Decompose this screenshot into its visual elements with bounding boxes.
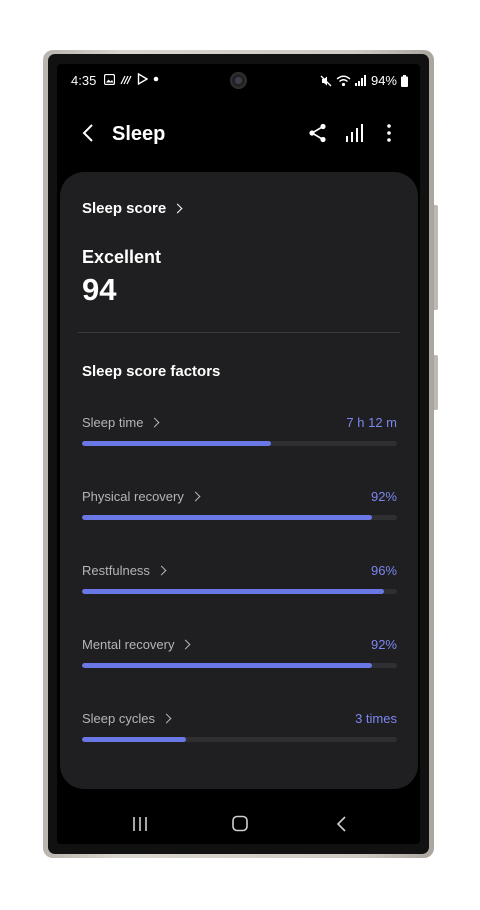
progress-fill xyxy=(82,589,385,594)
chevron-right-icon xyxy=(172,203,183,214)
factors-title: Sleep score factors xyxy=(82,363,221,380)
factor-value: 92% xyxy=(370,637,397,652)
chevron-right-icon xyxy=(190,491,201,502)
front-camera xyxy=(230,72,247,89)
factor-label: Restfulness xyxy=(82,563,150,578)
progress-track xyxy=(82,589,397,594)
phone-screen: 4:35 94% Sleep Sleep score Excellent 94 … xyxy=(57,64,420,844)
status-bar: 4:35 94% xyxy=(57,64,420,98)
system-nav-bar xyxy=(57,806,420,844)
signal-icon xyxy=(354,75,366,86)
back-arrow-icon[interactable] xyxy=(79,122,99,144)
power-button xyxy=(434,355,438,410)
wifi-calling-icon xyxy=(120,75,132,84)
factor-label: Mental recovery xyxy=(82,637,175,652)
sleep-score-link[interactable]: Sleep score xyxy=(82,200,183,217)
volume-button xyxy=(434,205,438,310)
progress-track xyxy=(82,441,397,446)
chevron-right-icon xyxy=(181,639,191,650)
wifi-icon xyxy=(336,75,351,86)
chevron-right-icon xyxy=(161,713,172,724)
factor-label: Sleep cycles xyxy=(82,711,155,726)
progress-track xyxy=(82,663,397,668)
factor-sleep-time[interactable]: Sleep time 7 h 12 m xyxy=(82,415,397,460)
factor-label: Sleep time xyxy=(82,415,144,430)
progress-fill xyxy=(82,737,186,742)
factor-restfulness[interactable]: Restfulness 96% xyxy=(82,563,397,608)
home-icon[interactable] xyxy=(227,814,253,834)
progress-track xyxy=(82,737,397,742)
recents-icon[interactable] xyxy=(127,814,153,834)
factor-label: Physical recovery xyxy=(82,489,184,504)
back-icon[interactable] xyxy=(329,814,355,834)
divider xyxy=(78,332,400,333)
chevron-right-icon xyxy=(149,417,160,428)
factor-sleep-cycles[interactable]: Sleep cycles 3 times xyxy=(82,711,397,756)
factor-physical-recovery[interactable]: Physical recovery 92% xyxy=(82,489,397,534)
factor-value: 96% xyxy=(370,563,397,578)
progress-fill xyxy=(82,663,372,668)
status-time: 4:35 xyxy=(71,73,97,88)
mute-icon xyxy=(320,75,332,86)
top-app-bar: Sleep xyxy=(57,110,420,160)
factor-value: 92% xyxy=(370,489,397,504)
progress-fill xyxy=(82,441,271,446)
battery-percent: 94% xyxy=(370,73,397,88)
sleep-score-card: Sleep score Excellent 94 Sleep score fac… xyxy=(60,172,418,789)
sleep-score-label: Sleep score xyxy=(82,200,167,217)
chevron-right-icon xyxy=(156,565,167,576)
page-title: Sleep xyxy=(112,123,166,145)
play-store-icon xyxy=(137,73,148,85)
notification-dot-icon xyxy=(153,76,159,82)
factor-value: 7 h 12 m xyxy=(346,415,397,430)
sleep-rating: Excellent xyxy=(82,247,162,267)
more-options-icon[interactable] xyxy=(378,122,400,144)
factor-value: 3 times xyxy=(355,711,397,726)
sleep-score-value: 94 xyxy=(82,272,117,307)
factor-mental-recovery[interactable]: Mental recovery 92% xyxy=(82,637,397,682)
chart-icon[interactable] xyxy=(344,122,366,144)
share-icon[interactable] xyxy=(307,122,329,144)
progress-fill xyxy=(82,515,372,520)
image-icon xyxy=(104,73,115,85)
progress-track xyxy=(82,515,397,520)
battery-icon xyxy=(401,74,408,87)
